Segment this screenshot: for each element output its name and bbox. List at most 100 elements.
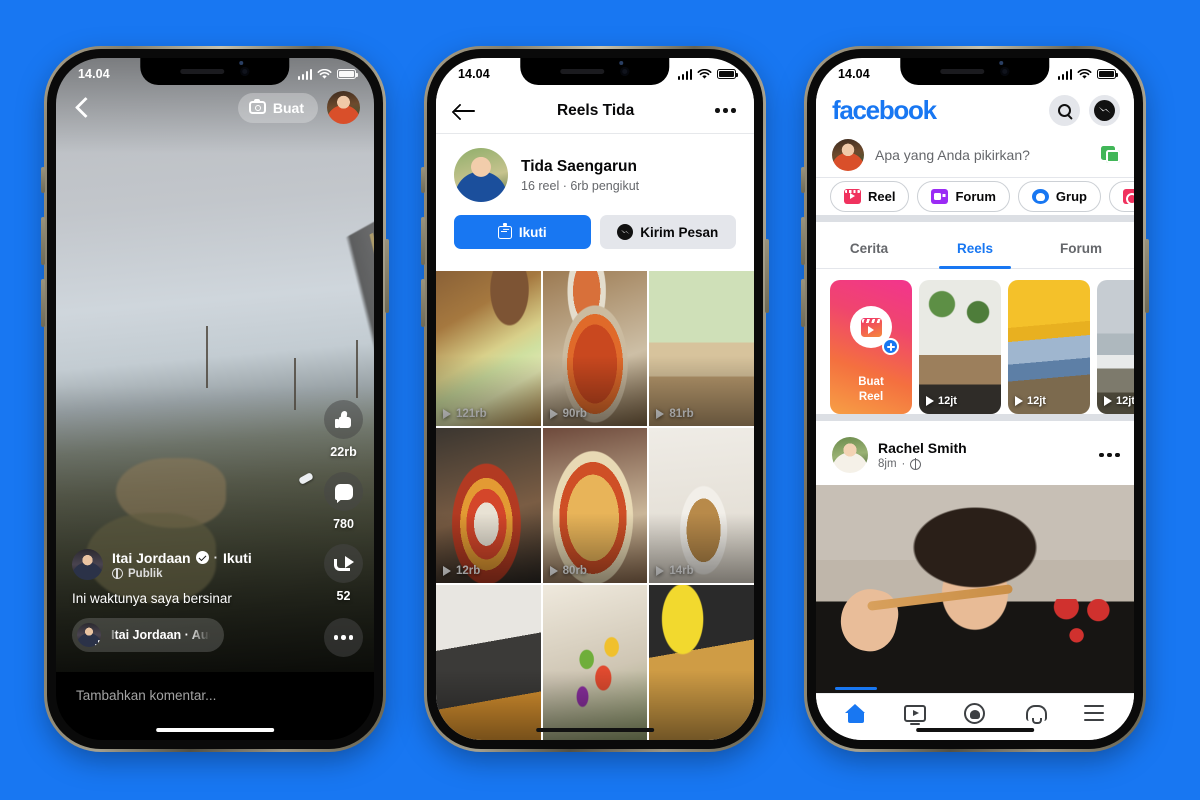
- create-reel-label: Buat Reel: [858, 375, 884, 404]
- post-meta: 8jm ·: [878, 458, 1089, 470]
- more-options-button[interactable]: [715, 108, 736, 113]
- volume-up-button[interactable]: [421, 217, 425, 265]
- globe-icon: [910, 458, 922, 470]
- profile-row: Tida Saengarun 16 reel · 6rb pengikut: [454, 148, 736, 202]
- battery-icon: [337, 69, 358, 79]
- chip-label: Forum: [955, 189, 996, 204]
- nav-video[interactable]: [892, 696, 938, 730]
- like-button[interactable]: [324, 400, 363, 439]
- tile-view-count: 90rb: [562, 408, 587, 420]
- back-button[interactable]: [454, 102, 476, 120]
- composer-placeholder[interactable]: Apa yang Anda pikirkan?: [875, 147, 1090, 163]
- comment-button[interactable]: [324, 472, 363, 511]
- status-indicators: [297, 68, 358, 80]
- reel-tile[interactable]: 81rb: [649, 271, 754, 426]
- earpiece-speaker: [560, 69, 605, 74]
- bottom-navigation: [816, 687, 1134, 740]
- play-icon: [656, 409, 665, 419]
- create-button[interactable]: Buat: [237, 92, 318, 123]
- user-avatar[interactable]: [327, 91, 360, 124]
- notch: [520, 58, 670, 85]
- home-indicator: [536, 727, 654, 732]
- mute-switch[interactable]: [801, 167, 805, 193]
- status-composer[interactable]: Apa yang Anda pikirkan?: [816, 132, 1134, 178]
- like-count: 22rb: [330, 445, 357, 459]
- phone-reel-viewer: 14.04 Buat 22rb 780 52 Itai Jordaan · Ik…: [41, 46, 389, 752]
- reel-view-count: 12jt: [1116, 395, 1134, 407]
- profile-avatar[interactable]: [454, 148, 508, 202]
- status-time: 14.04: [78, 67, 110, 81]
- composer-avatar[interactable]: [832, 138, 864, 171]
- reel-card[interactable]: 12jt: [1008, 280, 1090, 414]
- play-icon: [656, 566, 665, 576]
- post-more-button[interactable]: [1099, 452, 1120, 458]
- globe-icon: [112, 567, 123, 579]
- chip-forum[interactable]: Forum: [917, 181, 1010, 212]
- volume-down-button[interactable]: [421, 279, 425, 327]
- back-button[interactable]: [70, 95, 96, 121]
- battery-icon: [717, 69, 738, 79]
- profile-actions: Ikuti Kirim Pesan: [454, 215, 736, 249]
- volume-up-button[interactable]: [41, 217, 45, 265]
- reel-tile[interactable]: [542, 585, 648, 740]
- nav-home[interactable]: [833, 687, 879, 730]
- reel-card[interactable]: 12jt: [919, 280, 1001, 414]
- chip-reel[interactable]: Reel: [830, 181, 910, 212]
- reel-tile[interactable]: 12rb: [436, 428, 541, 583]
- phone3-screen: 14.04 facebook Apa yang Anda pikirkan? R…: [816, 58, 1134, 740]
- volume-down-button[interactable]: [41, 279, 45, 327]
- volume-down-button[interactable]: [801, 279, 805, 327]
- wifi-icon: [1077, 68, 1092, 79]
- post-author-info: Rachel Smith 8jm ·: [878, 440, 1089, 470]
- chip-siaran[interactable]: Siaran: [1108, 181, 1134, 212]
- reel-tile[interactable]: 14rb: [649, 428, 754, 583]
- reel-tile[interactable]: [649, 585, 754, 740]
- phone-reels-profile: 14.04 Reels Tida Tida Saengarun 16 reel …: [421, 46, 769, 752]
- more-options-button[interactable]: [324, 618, 363, 657]
- reel-view-count-row: 12jt: [926, 395, 957, 407]
- message-button[interactable]: Kirim Pesan: [599, 215, 736, 249]
- share-count: 52: [336, 589, 351, 603]
- post-image[interactable]: [816, 485, 1134, 693]
- reel-card[interactable]: 12jt: [1097, 280, 1134, 414]
- tab-cerita[interactable]: Cerita: [816, 229, 922, 268]
- audio-attribution-chip[interactable]: Itai Jordaan · Audio asli: [72, 618, 224, 652]
- post-author-avatar[interactable]: [832, 437, 868, 473]
- nav-groups[interactable]: [952, 696, 998, 730]
- mute-switch[interactable]: [41, 167, 45, 193]
- reel-view-count-row: 12jt: [1015, 395, 1046, 407]
- messenger-button[interactable]: [1089, 94, 1120, 126]
- tab-reels[interactable]: Reels: [922, 229, 1028, 269]
- power-button[interactable]: [385, 239, 389, 313]
- tile-view-count: 81rb: [669, 408, 694, 420]
- reel-tile[interactable]: [436, 585, 541, 740]
- comment-input-placeholder[interactable]: Tambahkan komentar...: [76, 688, 216, 703]
- home-indicator: [156, 727, 274, 732]
- mute-switch[interactable]: [421, 167, 425, 193]
- tile-view-count-row: 90rb: [549, 408, 587, 420]
- facebook-logo[interactable]: facebook: [832, 95, 937, 126]
- power-button[interactable]: [765, 239, 769, 313]
- profile-name: Tida Saengarun: [521, 157, 637, 175]
- reel-tile[interactable]: 80rb: [542, 428, 648, 583]
- author-avatar[interactable]: [72, 549, 103, 580]
- nav-notifications[interactable]: [1012, 696, 1058, 730]
- create-reel-card[interactable]: Buat Reel: [830, 280, 912, 414]
- tab-forum[interactable]: Forum: [1028, 229, 1134, 268]
- power-button[interactable]: [1145, 239, 1149, 313]
- volume-up-button[interactable]: [801, 217, 805, 265]
- nav-menu[interactable]: [1071, 696, 1117, 730]
- photo-icon[interactable]: [1101, 146, 1120, 163]
- follow-button[interactable]: Ikuti: [454, 215, 591, 249]
- audio-author-avatar: [77, 623, 101, 647]
- hand-shape: [835, 583, 904, 657]
- chip-grup[interactable]: Grup: [1017, 181, 1101, 212]
- play-icon: [443, 566, 451, 576]
- author-info: Itai Jordaan · Ikuti Publik: [112, 550, 252, 580]
- reel-tile[interactable]: 90rb: [542, 271, 648, 426]
- follow-link[interactable]: Ikuti: [223, 550, 252, 566]
- search-button[interactable]: [1049, 94, 1080, 126]
- chip-label: Reel: [868, 189, 896, 204]
- reel-tile[interactable]: 121rb: [436, 271, 541, 426]
- share-button[interactable]: [324, 544, 363, 583]
